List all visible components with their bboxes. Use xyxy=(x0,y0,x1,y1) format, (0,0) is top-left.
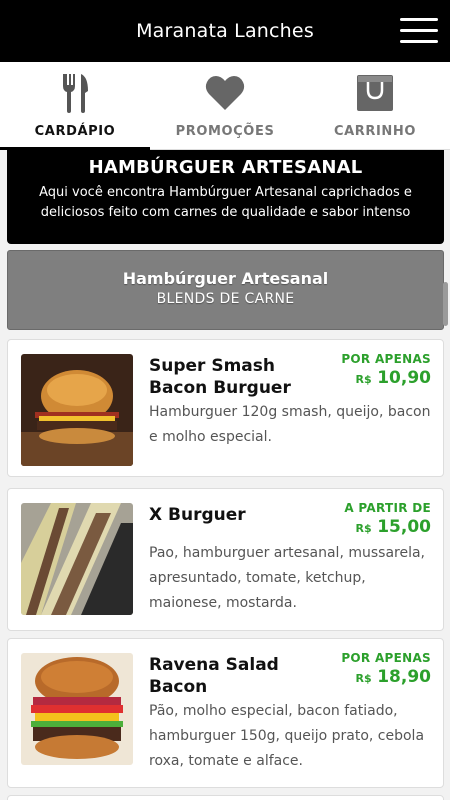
fork-knife-icon xyxy=(55,73,95,113)
tab-label: CARDÁPIO xyxy=(34,124,116,139)
product-card[interactable] xyxy=(7,795,444,800)
menu-content[interactable]: HAMBÚRGUER ARTESANAL Aqui você encontra … xyxy=(0,150,450,800)
product-price: R$ 18,90 xyxy=(341,667,431,687)
shopping-bag-icon xyxy=(355,73,395,113)
tab-cardapio[interactable]: CARDÁPIO xyxy=(0,62,150,150)
tab-promocoes[interactable]: PROMOÇÕES xyxy=(150,62,300,149)
section-header[interactable]: Hambúrguer Artesanal BLENDS DE CARNE xyxy=(7,250,444,330)
product-name: X Burguer xyxy=(149,505,246,525)
currency-symbol: R$ xyxy=(355,522,372,535)
price-box: POR APENAS R$ 10,90 xyxy=(341,352,431,388)
product-card[interactable]: Super Smash Bacon Burguer POR APENAS R$ … xyxy=(7,339,444,477)
app-root: Maranata Lanches CARDÁPIO PROMOÇÕES CARR… xyxy=(0,0,450,800)
price-prefix: POR APENAS xyxy=(341,651,431,665)
hamburger-menu-icon[interactable] xyxy=(400,15,438,45)
price-value: 10,90 xyxy=(377,368,431,388)
product-image xyxy=(21,653,133,765)
product-image xyxy=(21,503,133,615)
category-description: Aqui você encontra Hambúrguer Artesanal … xyxy=(39,185,412,220)
category-banner: HAMBÚRGUER ARTESANAL Aqui você encontra … xyxy=(7,150,444,244)
tab-label: CARRINHO xyxy=(333,124,417,139)
section-subtitle: BLENDS DE CARNE xyxy=(156,291,295,307)
price-value: 15,00 xyxy=(377,517,431,537)
app-title: Maranata Lanches xyxy=(136,20,314,42)
currency-symbol: R$ xyxy=(355,373,372,386)
product-price: R$ 15,00 xyxy=(344,517,431,537)
tab-label: PROMOÇÕES xyxy=(175,124,275,139)
price-prefix: A PARTIR DE xyxy=(344,501,431,515)
product-card[interactable]: Ravena Salad Bacon POR APENAS R$ 18,90 P… xyxy=(7,638,444,788)
price-box: A PARTIR DE R$ 15,00 xyxy=(344,501,431,537)
tab-carrinho[interactable]: CARRINHO xyxy=(300,62,450,149)
product-description: Hamburguer 120g smash, queijo, bacon e m… xyxy=(149,404,431,445)
section-title: Hambúrguer Artesanal xyxy=(122,269,329,288)
tab-bar: CARDÁPIO PROMOÇÕES CARRINHO xyxy=(0,62,450,150)
currency-symbol: R$ xyxy=(355,672,372,685)
product-name: Super Smash Bacon Burguer xyxy=(149,356,291,398)
product-name: Ravena Salad Bacon xyxy=(149,655,279,697)
scrollbar-thumb[interactable] xyxy=(443,282,448,326)
price-box: POR APENAS R$ 18,90 xyxy=(341,651,431,687)
product-description: Pao, hamburguer artesanal, mussarela, ap… xyxy=(149,545,426,611)
product-image xyxy=(21,354,133,466)
heart-icon xyxy=(205,73,245,113)
top-app-bar: Maranata Lanches xyxy=(0,0,450,62)
product-card[interactable]: X Burguer A PARTIR DE R$ 15,00 Pao, hamb… xyxy=(7,488,444,631)
product-description: Pão, molho especial, bacon fatiado, hamb… xyxy=(149,703,425,769)
product-price: R$ 10,90 xyxy=(341,368,431,388)
price-prefix: POR APENAS xyxy=(341,352,431,366)
category-title: HAMBÚRGUER ARTESANAL xyxy=(88,157,363,178)
price-value: 18,90 xyxy=(377,667,431,687)
